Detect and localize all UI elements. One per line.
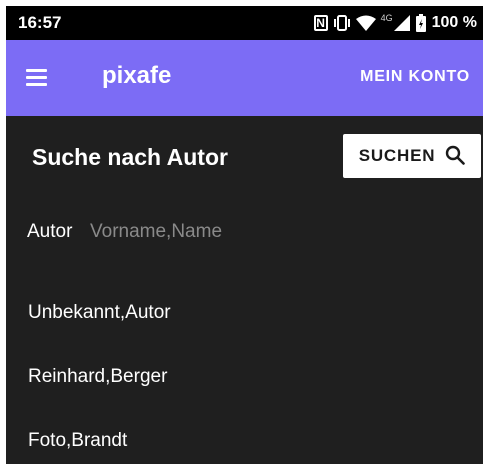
- nfc-icon: N: [313, 15, 328, 31]
- search-icon: [445, 145, 466, 168]
- search-button[interactable]: SUCHEN: [343, 134, 481, 178]
- app-screen: 16:57 N 4G 100 % pixafe MEIN KONTO Suche…: [6, 6, 483, 464]
- author-result-list: Unbekannt,Autor Reinhard,Berger Foto,Bra…: [6, 281, 483, 464]
- page-title: Suche nach Autor: [32, 144, 228, 170]
- author-search-input[interactable]: [90, 214, 460, 250]
- battery-level: 100 %: [431, 14, 477, 31]
- vibrate-icon: [333, 15, 351, 31]
- my-account-button[interactable]: MEIN KONTO: [360, 68, 470, 86]
- signal-icon: [393, 15, 410, 31]
- list-item[interactable]: Reinhard,Berger: [6, 345, 483, 409]
- network-type: 4G: [380, 13, 393, 23]
- search-button-label: SUCHEN: [358, 146, 436, 165]
- battery-icon: [415, 14, 427, 32]
- status-time: 16:57: [18, 13, 62, 32]
- status-icons: N 4G 100 %: [313, 12, 477, 34]
- list-item[interactable]: Foto,Brandt: [6, 409, 483, 464]
- author-field-label: Autor: [27, 221, 73, 242]
- hamburger-menu-icon[interactable]: [22, 66, 52, 90]
- app-title: pixafe: [102, 62, 172, 89]
- list-item[interactable]: Unbekannt,Autor: [6, 281, 483, 345]
- app-bar: pixafe MEIN KONTO: [6, 40, 483, 116]
- wifi-icon: [355, 15, 376, 31]
- status-bar: 16:57 N 4G 100 %: [6, 6, 483, 40]
